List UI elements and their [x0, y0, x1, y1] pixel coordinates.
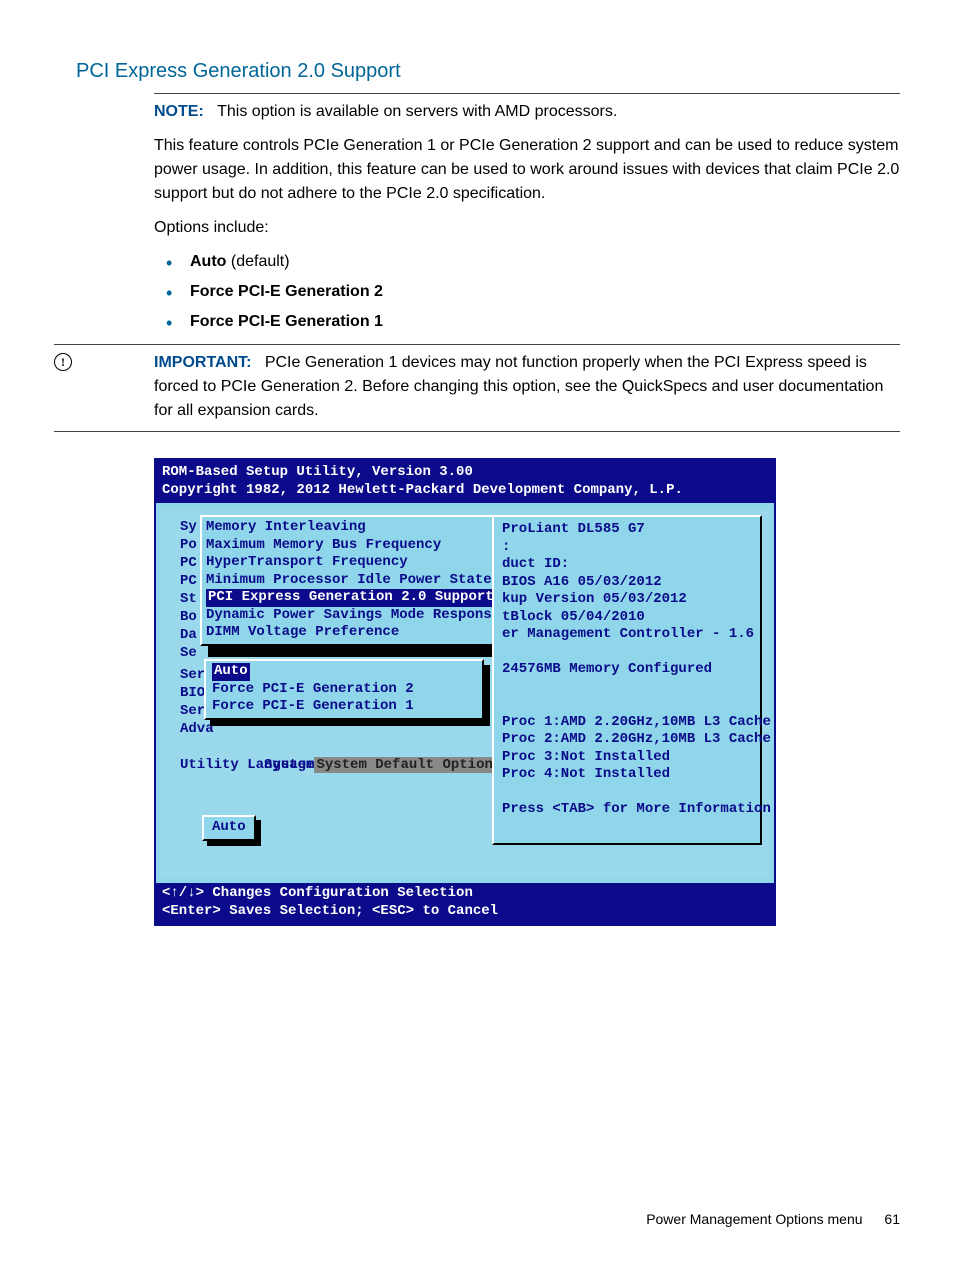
- page-footer: Power Management Options menu 61: [646, 1211, 900, 1227]
- note-paragraph: NOTE: This option is available on server…: [154, 100, 900, 124]
- bg-label: Sy: [180, 519, 197, 537]
- bg-label: PC: [180, 555, 197, 573]
- menu-item-selected[interactable]: PCI Express Generation 2.0 Support: [206, 589, 494, 607]
- popup-item-selected[interactable]: Auto: [212, 663, 476, 681]
- bg-label: PC: [180, 573, 197, 591]
- bg-label: St: [180, 591, 197, 609]
- note-text: This option is available on servers with…: [217, 103, 617, 120]
- page-number: 61: [884, 1211, 900, 1227]
- menu-item[interactable]: Maximum Memory Bus Frequency: [206, 537, 494, 555]
- menu-item[interactable]: DIMM Voltage Preference: [206, 624, 494, 642]
- menu-item[interactable]: Memory Interleaving: [206, 519, 494, 537]
- info-memory: 24576MB Memory Configured: [502, 661, 752, 679]
- divider: [54, 431, 900, 432]
- bios-info-panel: ProLiant DL585 G7 : duct ID: BIOS A16 05…: [492, 515, 762, 845]
- menu-item[interactable]: Minimum Processor Idle Power State: [206, 572, 494, 590]
- bios-header: ROM-Based Setup Utility, Version 3.00 Co…: [156, 460, 774, 503]
- description: This feature controls PCIe Generation 1 …: [154, 134, 900, 206]
- option-item: Auto (default): [154, 250, 900, 274]
- popup-item[interactable]: Force PCI-E Generation 2: [212, 681, 476, 699]
- bios-menu[interactable]: Memory Interleaving Maximum Memory Bus F…: [200, 515, 500, 646]
- important-icon: !: [54, 353, 72, 371]
- info-tab-hint: Press <TAB> for More Information: [502, 801, 752, 819]
- info-proc: Proc 1:AMD 2.20GHz,10MB L3 Cache: [502, 714, 752, 732]
- bios-screenshot: ROM-Based Setup Utility, Version 3.00 Co…: [154, 458, 776, 926]
- popup-item[interactable]: Force PCI-E Generation 1: [212, 698, 476, 716]
- divider: [54, 344, 900, 345]
- divider: [154, 93, 900, 94]
- bg-label: Da: [180, 627, 197, 645]
- section-title: PCI Express Generation 2.0 Support: [76, 60, 900, 83]
- bios-footer: <↑/↓> Changes Configuration Selection <E…: [156, 883, 774, 924]
- bg-label: Se: [180, 645, 197, 663]
- status-value-box: Auto: [202, 815, 256, 841]
- menu-item[interactable]: Utility Language: [180, 757, 314, 775]
- info-proc: Proc 4:Not Installed: [502, 766, 752, 784]
- menu-item[interactable]: HyperTransport Frequency: [206, 554, 494, 572]
- bios-body: Sy Po PC PC St Bo Da Se Serv BIOS Serv A…: [156, 503, 774, 883]
- info-model: ProLiant DL585 G7: [502, 521, 752, 539]
- options-intro: Options include:: [154, 216, 900, 240]
- bg-label: Adva: [180, 721, 214, 739]
- important-label: IMPORTANT:: [154, 354, 251, 371]
- option-item: Force PCI-E Generation 1: [154, 310, 900, 334]
- options-list: Auto (default) Force PCI-E Generation 2 …: [154, 250, 900, 334]
- bios-popup[interactable]: Auto Force PCI-E Generation 2 Force PCI-…: [204, 659, 484, 720]
- note-label: NOTE:: [154, 103, 204, 120]
- footer-section: Power Management Options menu: [646, 1211, 862, 1227]
- important-text: IMPORTANT: PCIe Generation 1 devices may…: [154, 351, 900, 423]
- menu-item[interactable]: Dynamic Power Savings Mode Response: [206, 607, 494, 625]
- important-callout: ! IMPORTANT: PCIe Generation 1 devices m…: [54, 351, 900, 423]
- bg-label: Po: [180, 537, 197, 555]
- bg-label: Bo: [180, 609, 197, 627]
- info-proc: Proc 3:Not Installed: [502, 749, 752, 767]
- info-proc: Proc 2:AMD 2.20GHz,10MB L3 Cache: [502, 731, 752, 749]
- option-item: Force PCI-E Generation 2: [154, 280, 900, 304]
